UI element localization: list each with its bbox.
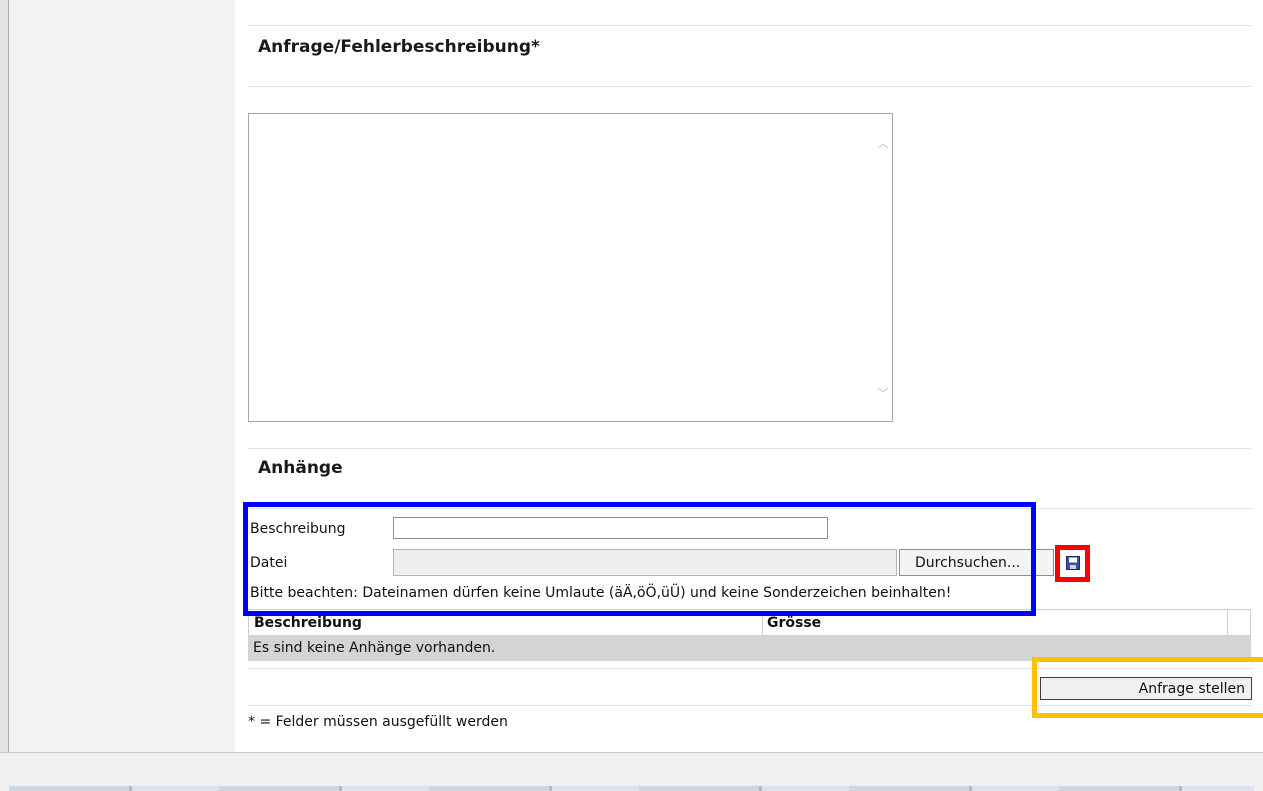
description-heading: Anfrage/Fehlerbeschreibung* [258, 37, 540, 57]
highlight-box-red [1055, 545, 1090, 582]
column-separator [1227, 610, 1228, 636]
empty-table-message: Es sind keine Anhänge vorhanden. [253, 640, 496, 656]
left-sidebar [9, 0, 235, 752]
description-textarea-container: ︿ ﹀ [248, 113, 893, 422]
highlight-box-orange [1032, 657, 1263, 718]
divider [248, 448, 1252, 449]
required-fields-note: * = Felder müssen ausgefüllt werden [248, 714, 508, 730]
right-margin [1252, 0, 1263, 752]
column-header-description: Beschreibung [254, 615, 362, 631]
highlight-box-blue [243, 502, 1036, 616]
bottom-strip [9, 786, 1254, 791]
divider [248, 25, 1252, 26]
window-left-border [0, 0, 9, 752]
textarea-scrollbar[interactable]: ︿ ﹀ [874, 114, 892, 421]
chevron-up-icon[interactable]: ︿ [877, 138, 889, 150]
description-textarea[interactable] [249, 114, 874, 421]
attachments-heading: Anhänge [258, 458, 343, 478]
chevron-down-icon[interactable]: ﹀ [877, 388, 889, 400]
divider [248, 86, 1252, 87]
column-header-size: Grösse [767, 615, 822, 631]
